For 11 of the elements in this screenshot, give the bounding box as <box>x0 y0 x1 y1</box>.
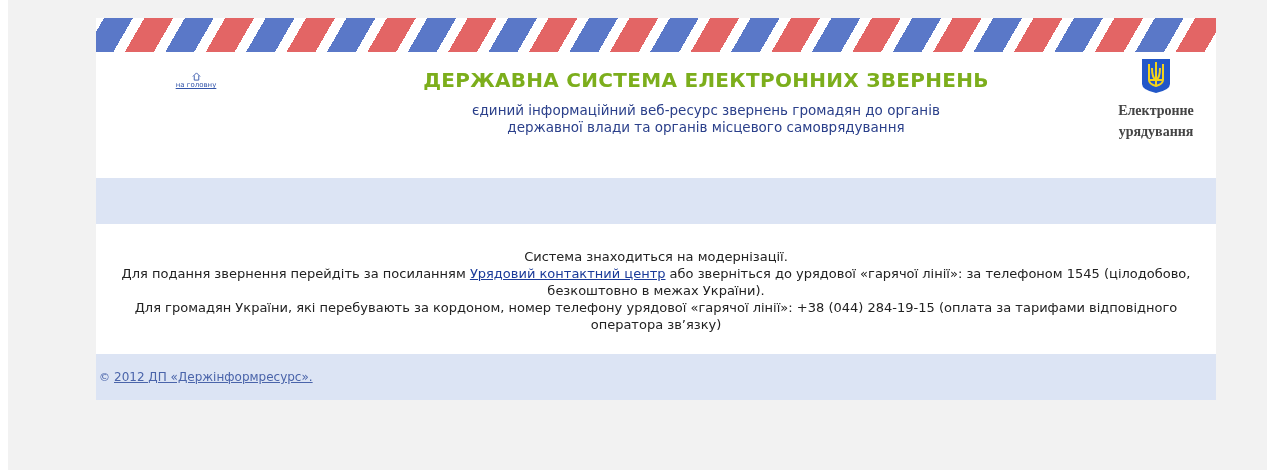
contact-text: Для подання звернення перейдіть за посиланням Урядовий контактний центр або зверніться до урядової «гарячої лінії»: за телефоном 1545 (цілодобово, безкоштовно в межах України). <box>120 265 1192 299</box>
copyright-sign: © <box>99 370 110 384</box>
site-title: ДЕРЖАВНА СИСТЕМА ЕЛЕКТРОННИХ ЗВЕРНЕНЬ <box>422 68 990 92</box>
abroad-text: Для громадян України, які перебувають за кордоном, номер телефону урядової «гарячої лінії»: +38 (044) 284-19-15 (оплата за тарифами відповідного оператора зв’язку) <box>133 299 1179 333</box>
trident-emblem-icon <box>1141 58 1171 94</box>
home-icon <box>191 72 201 81</box>
e-government-caption: Електронне урядування <box>1118 102 1194 141</box>
contact-center-link[interactable]: Урядовий контактний центр <box>469 266 666 281</box>
site-subtitle: єдиний інформаційний веб-ресурс звернень громадян до органів державної влади та органів місцевого самоврядування <box>471 102 941 136</box>
status-text: Система знаходиться на модернізації. <box>523 248 789 265</box>
copyright-link[interactable]: 2012 ДП «Держінформресурс». <box>114 370 313 384</box>
